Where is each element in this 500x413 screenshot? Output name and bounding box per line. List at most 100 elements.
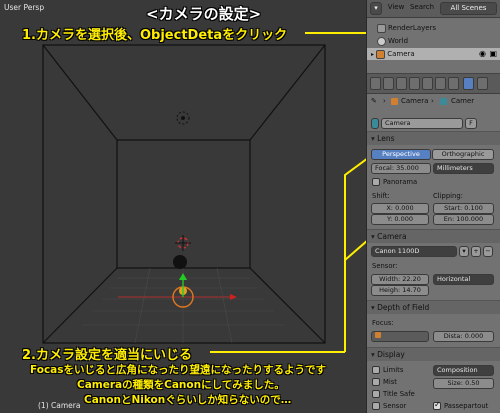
clipping-label: Clipping: bbox=[433, 192, 463, 200]
clip-start-field[interactable]: Start: 0.100 bbox=[433, 203, 494, 214]
annotation-arrows bbox=[210, 32, 366, 353]
size-value: 0.50 bbox=[465, 379, 480, 387]
camera-icon bbox=[376, 49, 386, 59]
outliner-item[interactable]: RenderLayers bbox=[367, 22, 500, 34]
sensor-height-label: Heigh: bbox=[379, 286, 401, 294]
camera-section-header[interactable]: Camera bbox=[367, 229, 500, 243]
3d-viewport[interactable]: User Persp (1) Camera <カメラの設定> 1.カメラを選択後… bbox=[0, 0, 366, 413]
lamp-object bbox=[176, 111, 190, 125]
focus-label: Focus: bbox=[372, 319, 394, 327]
add-preset-icon[interactable]: + bbox=[471, 246, 481, 257]
constraints-tab-icon[interactable] bbox=[435, 77, 446, 90]
annotation-step2: 2.カメラ設定を適当にいじる bbox=[22, 348, 192, 363]
clip-start-value: 0.100 bbox=[464, 204, 483, 212]
sensor-width-field[interactable]: Width: 22.20 bbox=[371, 274, 429, 285]
preset-chevron-icon[interactable]: ▾ bbox=[459, 246, 469, 257]
limits-checkbox[interactable] bbox=[372, 366, 380, 374]
clip-end-value: 100.000 bbox=[456, 215, 484, 223]
clip-end-field[interactable]: En: 100.000 bbox=[433, 214, 494, 225]
3d-cursor bbox=[175, 235, 191, 251]
pin-icon[interactable]: ✎ bbox=[371, 94, 377, 108]
sensor-width-label: Width: bbox=[379, 275, 401, 283]
object-data-tab-icon[interactable] bbox=[463, 77, 474, 90]
expand-icon: ▸ bbox=[371, 51, 375, 58]
chevron-right-icon: › bbox=[383, 97, 386, 105]
shift-x-field[interactable]: X: 0.000 bbox=[371, 203, 429, 214]
camera-preset-dropdown[interactable]: Canon 1100D bbox=[371, 246, 457, 257]
limits-label: Limits bbox=[383, 366, 404, 374]
outliner-item-label: World bbox=[388, 37, 409, 45]
properties-content: Camera F Lens Perspective Orthographic F… bbox=[367, 118, 500, 413]
focus-object-field[interactable] bbox=[371, 331, 429, 342]
properties-tabs bbox=[367, 74, 500, 94]
sensor-width-value: 22.20 bbox=[402, 275, 421, 283]
outliner-item-camera[interactable]: ▸ Camera ◉ ▣ bbox=[367, 48, 500, 60]
breadcrumb-item: Camera bbox=[401, 97, 429, 105]
sensor-display-label: Sensor bbox=[383, 402, 407, 410]
outliner-item-label: Camera bbox=[387, 50, 415, 58]
physics-tab-icon[interactable] bbox=[477, 77, 488, 90]
active-object-label: (1) Camera bbox=[38, 401, 81, 410]
sensor-checkbox[interactable] bbox=[372, 402, 380, 410]
render-tab-icon[interactable] bbox=[370, 77, 381, 90]
breadcrumb-item: Camer bbox=[451, 97, 475, 105]
display-section-header[interactable]: Display bbox=[367, 347, 500, 361]
annotation-step1: 1.カメラを選択後、ObjectDetaをクリック bbox=[22, 28, 288, 43]
world-icon bbox=[377, 36, 386, 46]
lens-unit-dropdown[interactable]: Millimeters bbox=[433, 163, 494, 174]
datablock-name-field[interactable]: Camera bbox=[381, 118, 463, 129]
distance-label: Dista: bbox=[443, 332, 463, 340]
clip-start-label: Start: bbox=[444, 204, 463, 212]
dof-section-header[interactable]: Depth of Field bbox=[367, 300, 500, 314]
mist-checkbox[interactable] bbox=[372, 378, 380, 386]
remove-preset-icon[interactable]: − bbox=[483, 246, 493, 257]
outliner-item[interactable]: World bbox=[367, 35, 500, 47]
orthographic-button[interactable]: Orthographic bbox=[432, 149, 494, 160]
breadcrumb: ✎ › Camera › Camer bbox=[367, 94, 500, 108]
panorama-label: Panorama bbox=[383, 178, 418, 186]
room-outer-frame bbox=[42, 44, 326, 344]
passepartout-checkbox[interactable] bbox=[433, 400, 441, 410]
annotation-note3: CanonとNikonぐらいしか知らないので… bbox=[84, 394, 292, 406]
render-layers-icon bbox=[377, 23, 386, 33]
scene-tab-icon[interactable] bbox=[396, 77, 407, 90]
sensor-height-value: 14.70 bbox=[402, 286, 421, 294]
editor-type-button[interactable]: ▾ bbox=[370, 2, 382, 15]
eye-icon[interactable]: ◉ bbox=[479, 48, 486, 60]
shift-x-label: X: bbox=[386, 204, 393, 212]
modifiers-tab-icon[interactable] bbox=[448, 77, 459, 90]
search-menu[interactable]: Search bbox=[407, 2, 437, 15]
object-tab-icon[interactable] bbox=[422, 77, 433, 90]
composition-dropdown[interactable]: Composition bbox=[433, 365, 494, 376]
render-icon[interactable]: ▣ bbox=[489, 48, 497, 60]
size-field[interactable]: Size: 0.50 bbox=[433, 378, 494, 389]
fake-user-button[interactable]: F bbox=[465, 118, 477, 129]
clip-end-label: En: bbox=[443, 215, 455, 223]
annotation-note2: Cameraの種類をCanonにしてみました。 bbox=[77, 379, 285, 391]
dof-distance-field[interactable]: Dista: 0.000 bbox=[433, 331, 494, 342]
outliner: RenderLayers World ▸ Camera ◉ ▣ bbox=[367, 18, 500, 74]
focal-label: Focal: bbox=[375, 164, 395, 172]
shift-label: Shift: bbox=[372, 192, 390, 200]
display-mode-dropdown[interactable]: All Scenes bbox=[440, 2, 497, 15]
outliner-header: ▾ View Search All Scenes bbox=[367, 0, 500, 18]
focal-length-field[interactable]: Focal: 35.000 bbox=[371, 163, 431, 174]
view-menu[interactable]: View bbox=[384, 2, 408, 15]
panorama-checkbox[interactable] bbox=[372, 178, 380, 186]
annotation-heading: <カメラの設定> bbox=[146, 5, 262, 23]
title-safe-label: Title Safe bbox=[383, 390, 415, 398]
mist-label: Mist bbox=[383, 378, 397, 386]
render-layers-tab-icon[interactable] bbox=[383, 77, 394, 90]
passepartout-label: Passepartout bbox=[444, 402, 489, 410]
sensor-height-field[interactable]: Heigh: 14.70 bbox=[371, 285, 429, 296]
distance-value: 0.000 bbox=[464, 332, 484, 340]
world-tab-icon[interactable] bbox=[409, 77, 420, 90]
perspective-button[interactable]: Perspective bbox=[371, 149, 431, 160]
shift-y-value: 0.000 bbox=[394, 215, 413, 223]
lens-section-header[interactable]: Lens bbox=[367, 131, 500, 145]
sensor-fit-dropdown[interactable]: Horizontal bbox=[433, 274, 494, 285]
title-safe-checkbox[interactable] bbox=[372, 390, 380, 398]
side-panel: ▾ View Search All Scenes RenderLayers Wo… bbox=[366, 0, 500, 413]
shift-y-field[interactable]: Y: 0.000 bbox=[371, 214, 429, 225]
datablock-icon[interactable] bbox=[371, 118, 379, 129]
